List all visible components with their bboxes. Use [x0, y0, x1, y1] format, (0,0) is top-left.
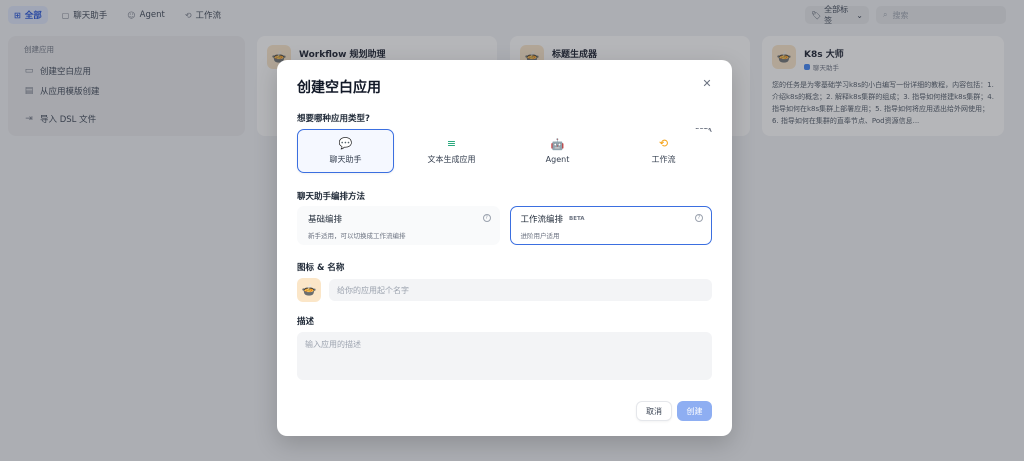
- app-description-input[interactable]: [297, 332, 712, 380]
- app-type-label: Agent: [545, 154, 570, 164]
- app-type-label: 聊天助手: [329, 154, 362, 164]
- orchestration-method-option[interactable]: 基础编排新手适用，可以切换成工作流编排?: [297, 206, 500, 245]
- app-type-question: 想要哪种应用类型?: [297, 114, 370, 124]
- app-type-options: 💬 聊天助手 ≡ 文本生成应用 🤖 Agent ⟲ 工作流: [297, 129, 712, 173]
- app-type-option[interactable]: ≡ 文本生成应用: [403, 129, 500, 173]
- robot-icon: 🤖: [550, 137, 565, 151]
- description-label: 描述: [297, 317, 315, 327]
- icon-name-label: 图标 & 名称: [297, 263, 345, 273]
- method-description: 新手适用，可以切换成工作流编排: [308, 232, 406, 240]
- method-description: 进阶用户适用: [520, 232, 560, 240]
- help-icon[interactable]: ?: [482, 214, 491, 222]
- app-type-label: 文本生成应用: [427, 154, 476, 164]
- app-type-option[interactable]: 🤖 Agent: [509, 129, 606, 173]
- app-type-option[interactable]: 💬 聊天助手: [297, 129, 394, 173]
- orchestration-method-label: 聊天助手编排方法: [297, 192, 366, 202]
- app-name-input[interactable]: [329, 279, 712, 301]
- icon-name-row: 🍲: [297, 278, 712, 302]
- cancel-button[interactable]: 取消: [636, 401, 672, 421]
- orchestration-method-option[interactable]: 工作流编排 BETA 进阶用户适用?: [509, 206, 712, 245]
- method-title: 工作流编排: [520, 215, 564, 225]
- dialog-title: 创建空白应用: [297, 80, 381, 96]
- create-app-dialog: 创建空白应用 ✕ 想要哪种应用类型? BETA 💬 聊天助手 ≡ 文本生成应用 🤖 Age…: [277, 60, 732, 436]
- orchestration-methods: 基础编排新手适用，可以切换成工作流编排? 工作流编排 BETA 进阶用户适用?: [297, 206, 712, 245]
- app-type-option[interactable]: ⟲ 工作流: [615, 129, 712, 173]
- text-generate-icon: ≡: [446, 136, 457, 150]
- method-title-row: 工作流编排 BETA: [521, 213, 702, 225]
- create-button[interactable]: 创建: [677, 401, 712, 421]
- help-icon[interactable]: ?: [695, 214, 703, 222]
- app-icon-picker[interactable]: 🍲: [297, 278, 321, 302]
- chat-bubble-icon: 💬: [338, 136, 353, 150]
- close-icon[interactable]: ✕: [700, 77, 714, 91]
- method-beta-badge: BETA: [569, 216, 585, 222]
- method-title-row: 基础编排: [308, 213, 489, 225]
- workflow-icon: ⟲: [658, 136, 669, 150]
- method-title: 基础编排: [308, 215, 343, 225]
- app-type-label: 工作流: [651, 154, 676, 164]
